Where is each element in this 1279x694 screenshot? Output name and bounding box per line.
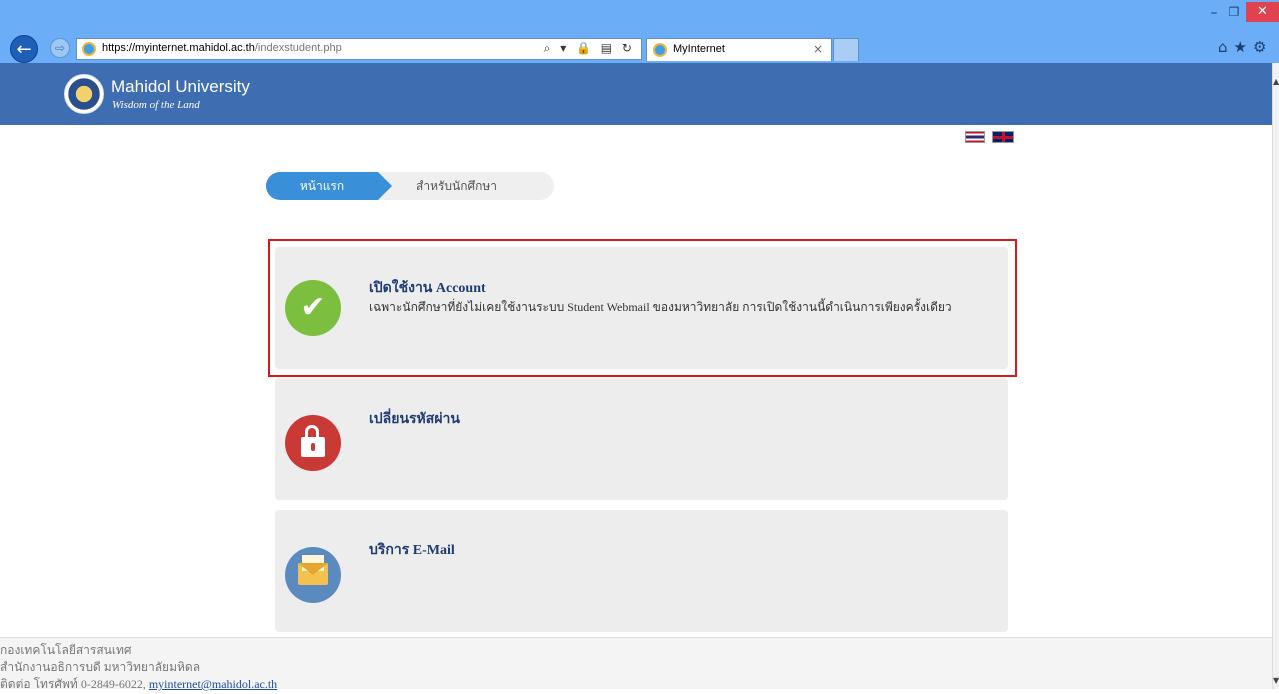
address-bar[interactable]: https://myinternet.mahidol.ac.th/indexst… [76, 38, 642, 60]
vertical-scrollbar[interactable]: ▲ ▼ [1272, 63, 1279, 689]
university-seal-icon[interactable] [64, 74, 104, 114]
brand-name[interactable]: Mahidol University [111, 77, 250, 97]
new-tab-button[interactable] [833, 38, 859, 61]
tab-close-icon[interactable]: × [813, 42, 823, 56]
lock-body [301, 437, 325, 457]
home-favorites-settings-icons[interactable]: ⌂★⚙ [1218, 38, 1272, 56]
site-header: Mahidol University Wisdom of the Land [0, 63, 1272, 125]
scroll-up-icon[interactable]: ▲ [1273, 77, 1279, 86]
highlight-frame [268, 239, 1017, 377]
service-title-change-password[interactable]: เปลี่ยนรหัสผ่าน [369, 408, 460, 430]
tab-ie-icon [653, 43, 667, 57]
maximize-icon[interactable]: ❐ [1226, 5, 1242, 19]
address-tools-icons[interactable]: ⌕ ▾ 🔒 ▤ ↻ [544, 41, 635, 56]
lock-icon [285, 415, 341, 471]
tab-myinternet[interactable]: MyInternet × [646, 38, 832, 61]
breadcrumb-home[interactable]: หน้าแรก [266, 172, 392, 200]
browser-chrome: ← ⇨ https://myinternet.mahidol.ac.th/ind… [0, 0, 1279, 63]
brand-tagline: Wisdom of the Land [112, 99, 200, 111]
envelope-icon [285, 547, 341, 603]
thai-flag-icon[interactable] [965, 131, 985, 143]
scroll-down-icon[interactable]: ▼ [1273, 676, 1279, 685]
url-path: /indexstudent.php [254, 42, 342, 54]
breadcrumb-current: สำหรับนักศึกษา [416, 179, 498, 193]
ie-icon [82, 42, 96, 56]
url-host: https://myinternet.mahidol.ac.th [102, 42, 255, 54]
close-window-icon[interactable]: ✕ [1246, 2, 1279, 22]
back-button[interactable]: ← [10, 35, 38, 63]
footer-contact: ติดต่อ โทรศัพท์ 0-2849-6022, myinternet@… [0, 675, 277, 694]
breadcrumb: หน้าแรก สำหรับนักศึกษา [266, 172, 554, 200]
url-text[interactable]: https://myinternet.mahidol.ac.th/indexst… [102, 42, 342, 54]
footer: กองเทคโนโลยีสารสนเทศ สำนักงานอธิการบดี ม… [0, 637, 1272, 691]
uk-flag-icon[interactable] [992, 131, 1014, 143]
service-title-email[interactable]: บริการ E-Mail [369, 539, 455, 561]
tab-title: MyInternet [673, 43, 725, 55]
forward-button[interactable]: ⇨ [50, 38, 70, 58]
service-card-change-password[interactable]: เปลี่ยนรหัสผ่าน [275, 378, 1008, 500]
envelope-shape [298, 555, 328, 585]
service-card-email[interactable]: บริการ E-Mail [275, 510, 1008, 632]
minimize-icon[interactable]: – [1206, 6, 1222, 20]
lock-keyhole [311, 443, 315, 451]
